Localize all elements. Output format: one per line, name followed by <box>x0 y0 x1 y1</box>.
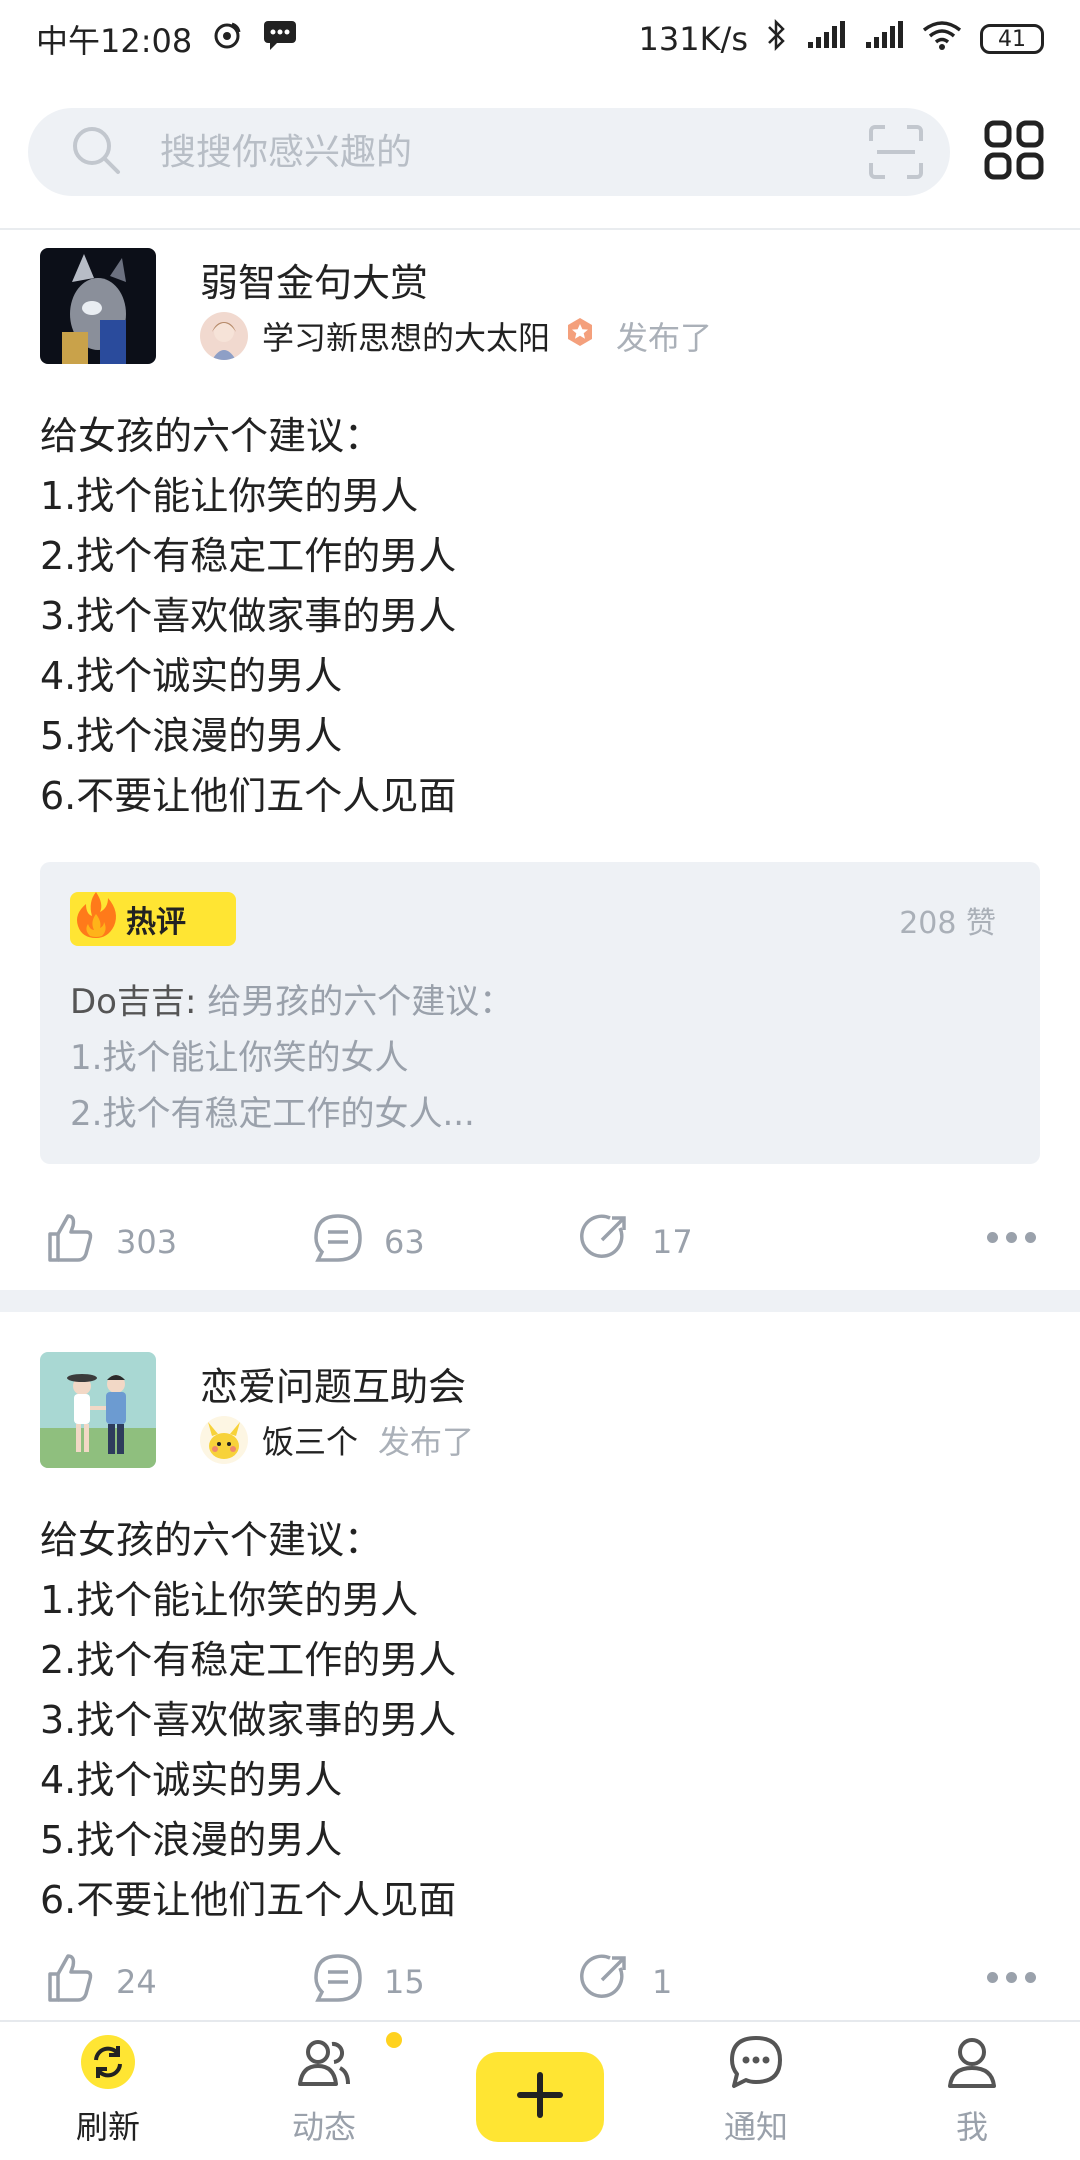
tab-me[interactable]: 我 <box>902 2032 1042 2148</box>
published-label: 发布了 <box>616 319 713 357</box>
tab-notify-label: 通知 <box>723 2108 788 2146</box>
post-content[interactable]: 给女孩的六个建议： 1.找个能让你笑的男人 2.找个有稳定工作的男人 3.找个喜… <box>40 1510 1040 1930</box>
group-avatar[interactable] <box>40 1352 156 1468</box>
hot-comment-label: 热评 <box>126 905 186 940</box>
fire-icon <box>74 890 120 948</box>
status-bar: 中午12:08 131K/s 41 <box>0 0 1080 78</box>
feed-post[interactable]: 恋爱问题互助会 饭三个 发布了 给女孩的六个建议： 1.找个能让你笑的男人 2.… <box>0 1352 1080 2070</box>
weibo-notification-icon <box>210 18 244 60</box>
share-button[interactable]: 17 <box>580 1212 693 1272</box>
search-header <box>0 96 1080 230</box>
author-avatar[interactable] <box>200 1416 248 1464</box>
share-icon <box>580 1952 632 2012</box>
tab-refresh-label: 刷新 <box>75 2108 140 2146</box>
like-button[interactable]: 303 <box>44 1212 177 1272</box>
bottom-tab-bar: 刷新 动态 通知 我 <box>0 2020 1080 2160</box>
chat-bubble-icon <box>726 2032 786 2096</box>
feed-post[interactable]: 弱智金句大赏 学习新思想的大太阳 发布了 给女孩的六个建议： 1.找个能让你笑的… <box>0 248 1080 1304</box>
signal-icon-2 <box>864 20 904 58</box>
tab-activity-label: 动态 <box>291 2108 356 2146</box>
status-time: 中午12:08 <box>36 22 193 60</box>
hot-comment-author[interactable]: Do吉吉: <box>70 982 196 1022</box>
new-activity-dot <box>386 2032 402 2048</box>
hot-comment[interactable]: 热评 208 赞 Do吉吉: 给男孩的六个建议： 1.找个能让你笑的女人 2.找… <box>40 862 1040 1164</box>
comment-button[interactable]: 15 <box>312 1952 425 2012</box>
author-name[interactable]: 饭三个 <box>262 1417 358 1463</box>
comment-count: 15 <box>384 1963 425 2001</box>
group-avatar[interactable] <box>40 248 156 364</box>
share-count: 17 <box>652 1223 693 1261</box>
author-name[interactable]: 学习新思想的大太阳 <box>262 313 550 359</box>
profile-icon <box>942 2032 1002 2096</box>
share-icon <box>580 1212 632 1272</box>
like-count: 24 <box>116 1963 157 2001</box>
tab-refresh[interactable]: 刷新 <box>38 2032 178 2148</box>
share-count: 1 <box>652 1963 673 2001</box>
scan-icon[interactable] <box>868 124 924 180</box>
group-name[interactable]: 弱智金句大赏 <box>200 252 428 307</box>
tab-notify[interactable]: 通知 <box>686 2032 826 2148</box>
search-input[interactable] <box>158 130 868 174</box>
group-name[interactable]: 恋爱问题互助会 <box>200 1356 466 1411</box>
message-notification-icon <box>262 18 298 60</box>
comment-icon <box>312 1212 364 1272</box>
tab-me-label: 我 <box>955 2108 988 2146</box>
thumbs-up-icon <box>44 1212 96 1272</box>
friends-icon <box>294 2032 402 2096</box>
comment-button[interactable]: 63 <box>312 1212 425 1272</box>
thumbs-up-icon <box>44 1952 96 2012</box>
comment-icon <box>312 1952 364 2012</box>
more-options-icon[interactable] <box>987 1972 1036 1983</box>
bluetooth-icon <box>766 18 788 60</box>
more-options-icon[interactable] <box>987 1232 1036 1243</box>
author-avatar[interactable] <box>200 312 248 360</box>
refresh-icon <box>78 2032 138 2096</box>
create-post-button[interactable] <box>476 2052 604 2142</box>
comment-count: 63 <box>384 1223 425 1261</box>
hot-comment-likes[interactable]: 208 赞 <box>899 898 996 942</box>
signal-icon-1 <box>806 20 846 58</box>
share-button[interactable]: 1 <box>580 1952 672 2012</box>
search-bar[interactable] <box>28 108 950 196</box>
post-actions: 303 63 17 <box>0 1164 1080 1304</box>
search-icon <box>68 122 124 182</box>
post-content[interactable]: 给女孩的六个建议： 1.找个能让你笑的男人 2.找个有稳定工作的男人 3.找个喜… <box>40 406 1040 826</box>
tab-activity[interactable]: 动态 <box>254 2032 402 2148</box>
network-speed: 131K/s <box>638 20 748 58</box>
plus-icon <box>516 2071 564 2123</box>
verified-badge-icon <box>564 316 596 356</box>
battery-indicator: 41 <box>980 24 1044 54</box>
hot-comment-badge: 热评 <box>70 892 236 946</box>
like-count: 303 <box>116 1223 178 1261</box>
apps-grid-icon[interactable] <box>984 120 1044 180</box>
hot-comment-text: Do吉吉: 给男孩的六个建议： 1.找个能让你笑的女人 2.找个有稳定工作的女人… <box>70 974 1010 1142</box>
post-divider <box>0 1290 1080 1312</box>
published-label: 发布了 <box>378 1423 475 1461</box>
wifi-icon <box>922 20 962 58</box>
like-button[interactable]: 24 <box>44 1952 157 2012</box>
